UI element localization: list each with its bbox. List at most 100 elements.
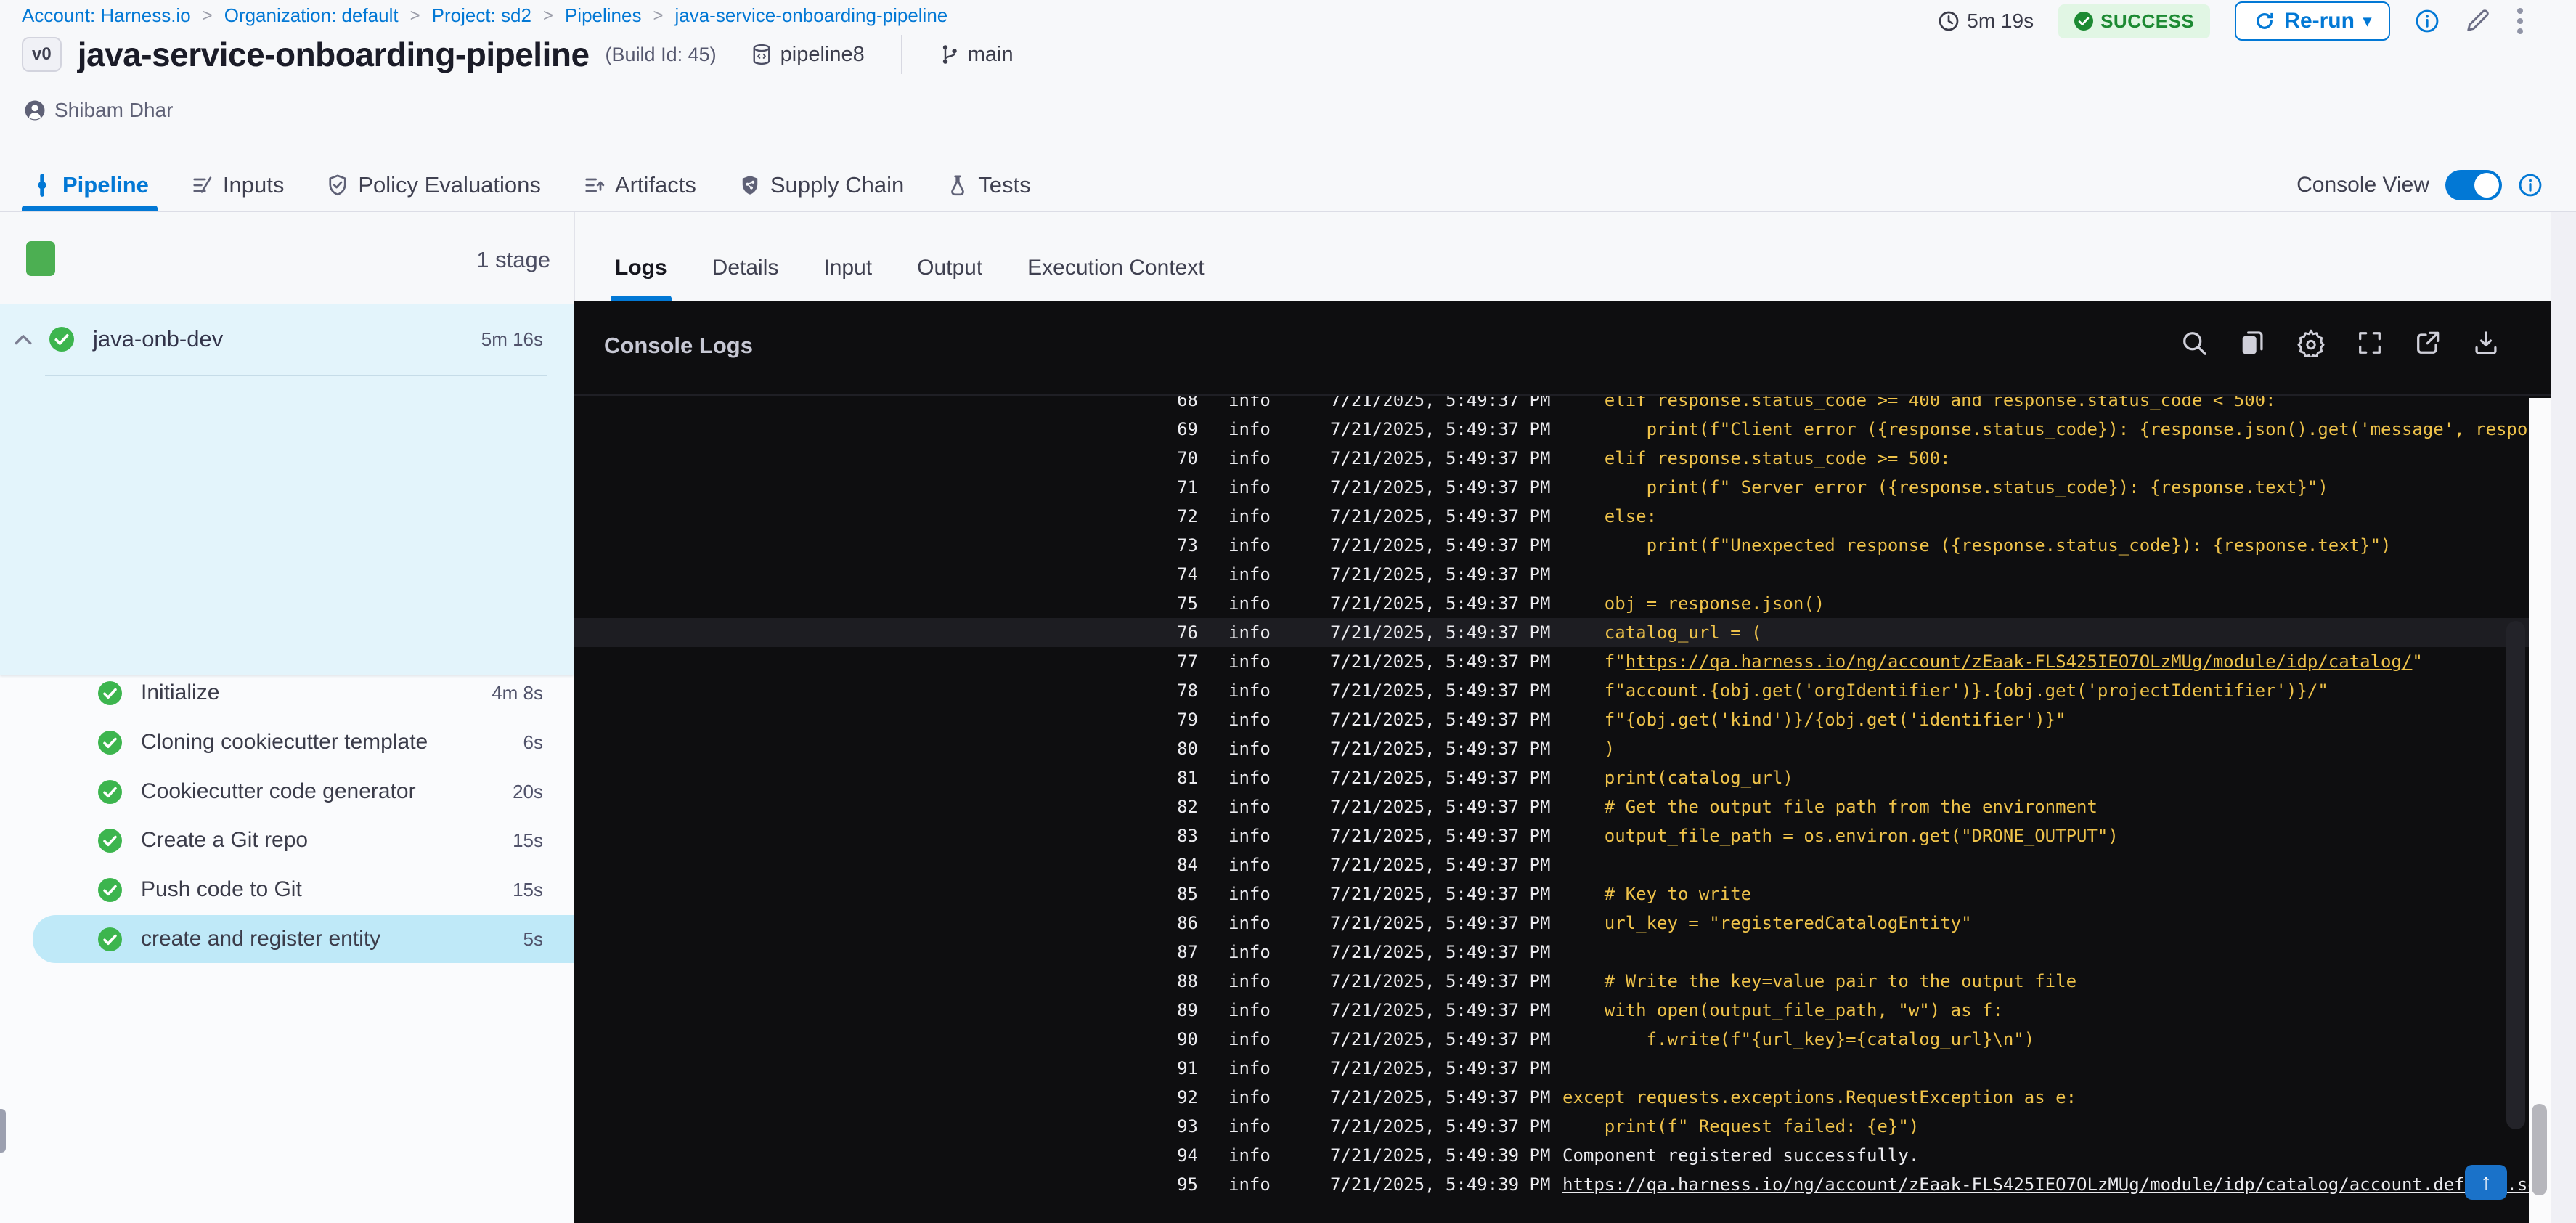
step-row-push-code-to-git[interactable]: Push code to Git 15s — [0, 866, 574, 914]
step-name: create and register entity — [141, 927, 381, 951]
log-line-number: 71 — [1177, 477, 1198, 497]
log-timestamp: 7/21/2025, 5:49:37 PM — [1330, 1087, 1551, 1108]
toggle-knob — [2474, 173, 2499, 198]
log-level: info — [1228, 942, 1271, 962]
tab-supply-chain[interactable]: Supply Chain — [738, 160, 904, 211]
breadcrumb-item-java-service-onboarding-pipeline[interactable]: java-service-onboarding-pipeline — [674, 4, 947, 27]
log-tab-execution-context[interactable]: Execution Context — [1027, 243, 1204, 301]
console-view-toggle[interactable] — [2445, 170, 2502, 200]
breadcrumb-item-project[interactable]: Project: sd2 — [432, 4, 531, 27]
panel-resize-handle[interactable] — [0, 1109, 6, 1153]
log-level: info — [1228, 768, 1271, 788]
log-tab-input[interactable]: Input — [823, 243, 872, 301]
log-message: print(f" Request failed: {e}") — [1562, 1116, 1920, 1137]
clock-icon — [1938, 10, 1960, 32]
status-badge: SUCCESS — [2058, 4, 2211, 38]
console-view-info-icon[interactable] — [2518, 173, 2543, 198]
log-line: 83 info 7/21/2025, 5:49:37 PM output_file_… — [574, 821, 2529, 850]
breadcrumb-item-account[interactable]: Account: Harness.io — [22, 4, 191, 27]
tab-inputs[interactable]: Inputs — [191, 160, 284, 211]
download-icon[interactable] — [2472, 329, 2500, 357]
log-timestamp: 7/21/2025, 5:49:37 PM — [1330, 884, 1551, 904]
step-name: Create a Git repo — [141, 828, 309, 852]
info-icon[interactable] — [2415, 9, 2440, 33]
breadcrumb-separator: > — [542, 5, 553, 25]
breadcrumb-item-organization[interactable]: Organization: default — [224, 4, 399, 27]
tab-pipeline[interactable]: Pipeline — [22, 160, 158, 211]
step-row-cookiecutter-code-generator[interactable]: Cookiecutter code generator 20s — [0, 768, 574, 816]
check-circle-icon — [98, 927, 122, 951]
scroll-to-top-button[interactable]: ↑ — [2465, 1165, 2507, 1200]
step-row-create-and-register-entity[interactable]: create and register entity 5s — [0, 915, 574, 963]
log-message: f"https://qa.harness.io/ng/account/zEaak… — [1562, 651, 2423, 672]
log-line-number: 79 — [1177, 710, 1198, 730]
log-message: elif response.status_code >= 500: — [1562, 448, 1951, 468]
log-message: ) — [1562, 739, 1615, 759]
log-line-number: 78 — [1177, 680, 1198, 701]
log-line-number: 70 — [1177, 448, 1198, 468]
log-line-number: 91 — [1177, 1058, 1198, 1078]
tab-tests[interactable]: Tests — [946, 160, 1031, 211]
tab-artifacts[interactable]: Artifacts — [583, 160, 696, 211]
log-timestamp: 7/21/2025, 5:49:37 PM — [1330, 396, 1551, 410]
tab-policy-evaluations[interactable]: Policy Evaluations — [326, 160, 541, 211]
branch-name: main — [967, 42, 1014, 66]
settings-gear-icon[interactable] — [2296, 328, 2326, 357]
log-line: 92 info 7/21/2025, 5:49:37 PM except reques… — [574, 1083, 2529, 1112]
log-line: 76 info 7/21/2025, 5:49:37 PM catalog_url … — [574, 618, 2529, 647]
log-link[interactable]: https://qa.harness.io/ng/account/zEaak-F… — [1562, 1174, 2529, 1195]
scrollbar-track[interactable] — [2529, 398, 2551, 1223]
fullscreen-icon[interactable] — [2356, 329, 2384, 357]
log-timestamp: 7/21/2025, 5:49:37 PM — [1330, 768, 1551, 788]
search-icon[interactable] — [2180, 329, 2208, 357]
log-line-number: 84 — [1177, 855, 1198, 875]
log-level: info — [1228, 396, 1271, 410]
console-view-control: Console View — [2296, 160, 2543, 211]
console-title: Console Logs — [604, 333, 753, 358]
log-link[interactable]: https://qa.harness.io/ng/account/zEaak-F… — [1626, 651, 2413, 672]
log-tab-details[interactable]: Details — [712, 243, 779, 301]
step-row-cloning-cookiecutter-template[interactable]: Cloning cookiecutter template 6s — [0, 718, 574, 766]
log-message: elif response.status_code >= 400 and res… — [1562, 396, 2276, 410]
log-timestamp: 7/21/2025, 5:49:37 PM — [1330, 680, 1551, 701]
log-timestamp: 7/21/2025, 5:49:37 PM — [1330, 448, 1551, 468]
stage-row[interactable]: java-onb-dev 5m 16s — [0, 315, 574, 363]
rerun-button[interactable]: Re-run ▾ — [2235, 1, 2390, 41]
log-timestamp: 7/21/2025, 5:49:37 PM — [1330, 826, 1551, 846]
open-in-new-icon[interactable] — [2414, 329, 2442, 357]
log-line-number: 95 — [1177, 1174, 1198, 1195]
check-circle-icon — [98, 730, 122, 755]
log-line: 82 info 7/21/2025, 5:49:37 PM # Get the ou… — [574, 792, 2529, 821]
breadcrumb-item-pipelines[interactable]: Pipelines — [565, 4, 642, 27]
step-duration: 15s — [513, 829, 543, 851]
log-message: f.write(f"{url_key}={catalog_url}\n") — [1562, 1029, 2035, 1049]
log-line-number: 75 — [1177, 593, 1198, 614]
step-row-create-a-git-repo[interactable]: Create a Git repo 15s — [0, 816, 574, 864]
chevron-up-icon[interactable] — [13, 332, 33, 346]
log-tab-output[interactable]: Output — [917, 243, 982, 301]
page-title: java-service-onboarding-pipeline — [77, 36, 590, 73]
log-level: info — [1228, 1174, 1271, 1195]
pipeline-title-row: v0 java-service-onboarding-pipeline (Bui… — [22, 35, 1014, 74]
log-line: 78 info 7/21/2025, 5:49:37 PM f"account.{o… — [574, 676, 2529, 705]
step-row-initialize[interactable]: Initialize 4m 8s — [0, 669, 574, 717]
kebab-menu-icon[interactable] — [2515, 7, 2525, 36]
log-tab-logs[interactable]: Logs — [611, 243, 672, 301]
log-timestamp: 7/21/2025, 5:49:39 PM — [1330, 1145, 1551, 1166]
console-view-label: Console View — [2296, 173, 2429, 197]
log-level: info — [1228, 477, 1271, 497]
artifacts-icon — [583, 174, 606, 197]
log-timestamp: 7/21/2025, 5:49:37 PM — [1330, 419, 1551, 439]
log-level: info — [1228, 506, 1271, 527]
log-line: 72 info 7/21/2025, 5:49:37 PM else: — [574, 502, 2529, 531]
console-scrollbar-thumb[interactable] — [2506, 621, 2525, 1129]
log-timestamp: 7/21/2025, 5:49:39 PM — [1330, 1174, 1551, 1195]
log-viewport[interactable]: 68 info 7/21/2025, 5:49:37 PM elif respons… — [574, 396, 2529, 1223]
log-level: info — [1228, 680, 1271, 701]
scrollbar-thumb[interactable] — [2532, 1104, 2547, 1195]
edit-pencil-icon[interactable] — [2464, 8, 2490, 34]
header-actions: 5m 19s SUCCESS Re-run ▾ — [1938, 0, 2525, 42]
log-line: 74 info 7/21/2025, 5:49:37 PM — [574, 560, 2529, 589]
check-circle-icon — [49, 327, 74, 352]
copy-icon[interactable] — [2238, 329, 2266, 357]
